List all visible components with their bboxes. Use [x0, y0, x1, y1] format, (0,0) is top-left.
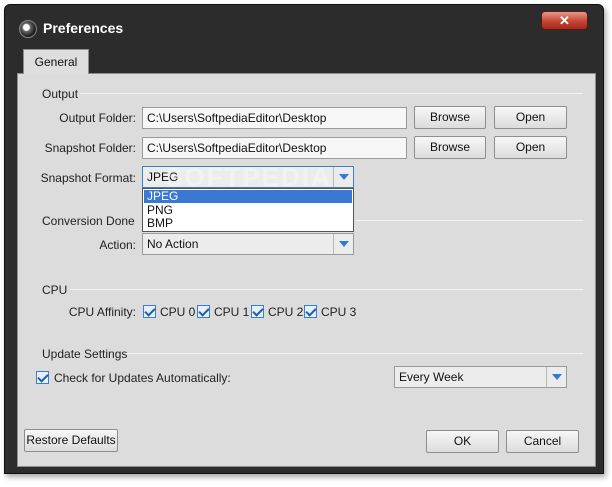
close-button[interactable]: ✕ [541, 11, 588, 30]
cpu-0-label: CPU 0 [160, 305, 196, 319]
cpu-divider [70, 289, 583, 290]
cpu-0-checkbox[interactable] [143, 305, 156, 318]
updates-divider [126, 353, 583, 354]
snapshot-format-label: Snapshot Format: [40, 171, 136, 185]
snapshot-browse-button[interactable]: Browse [414, 136, 486, 159]
cpu-3-label: CPU 3 [321, 305, 357, 319]
action-label: Action: [99, 238, 136, 252]
ok-button[interactable]: OK [426, 430, 499, 453]
output-folder-field[interactable]: C:\Users\SoftpediaEditor\Desktop [142, 107, 407, 129]
snapshot-format-select[interactable]: JPEG [142, 166, 354, 188]
action-dropdown-button[interactable] [333, 234, 353, 254]
updates-section-label: Update Settings [42, 347, 128, 361]
output-open-button[interactable]: Open [494, 106, 567, 129]
restore-defaults-button[interactable]: Restore Defaults [24, 429, 118, 452]
conversion-section-label: Conversion Done [42, 214, 135, 228]
cpu-1-label: CPU 1 [214, 305, 250, 319]
update-frequency-select[interactable]: Every Week [394, 366, 567, 388]
cpu-3-checkbox[interactable] [304, 305, 317, 318]
close-icon: ✕ [559, 13, 570, 28]
dropdown-option-png[interactable]: PNG [144, 204, 352, 217]
conversion-divider [356, 220, 583, 221]
dropdown-option-jpeg[interactable]: JPEG [144, 190, 352, 203]
cancel-button[interactable]: Cancel [506, 430, 579, 453]
snapshot-format-dropdown-button[interactable] [333, 167, 353, 187]
output-folder-label: Output Folder: [59, 111, 136, 125]
update-frequency-value: Every Week [399, 370, 464, 384]
title-bar[interactable]: Preferences ✕ [5, 5, 603, 45]
output-divider [80, 93, 583, 94]
cpu-2-checkbox[interactable] [251, 305, 264, 318]
output-browse-button[interactable]: Browse [414, 106, 486, 129]
cpu-1-checkbox[interactable] [197, 305, 210, 318]
snapshot-folder-label: Snapshot Folder: [44, 141, 136, 155]
snapshot-format-value: JPEG [147, 170, 179, 184]
tab-general[interactable]: General [23, 49, 89, 74]
output-section-label: Output [42, 87, 79, 101]
chevron-down-icon [339, 174, 349, 180]
check-updates-label: Check for Updates Automatically: [54, 371, 231, 385]
cpu-2-label: CPU 2 [268, 305, 304, 319]
general-panel [17, 73, 596, 467]
chevron-down-icon [552, 374, 562, 380]
snapshot-folder-field[interactable]: C:\Users\SoftpediaEditor\Desktop [142, 137, 407, 159]
update-frequency-dropdown-button[interactable] [546, 367, 566, 387]
app-icon [19, 20, 37, 38]
snapshot-open-button[interactable]: Open [494, 136, 567, 159]
check-updates-checkbox[interactable] [36, 371, 49, 384]
cpu-section-label: CPU [42, 283, 68, 297]
action-value: No Action [147, 237, 199, 251]
dropdown-option-bmp[interactable]: BMP [144, 217, 352, 230]
action-select[interactable]: No Action [142, 233, 354, 255]
cpu-affinity-label: CPU Affinity: [68, 305, 136, 319]
window-title: Preferences [43, 20, 124, 36]
chevron-down-icon [339, 241, 349, 247]
snapshot-format-dropdown-list: JPEG PNG BMP [142, 188, 354, 232]
